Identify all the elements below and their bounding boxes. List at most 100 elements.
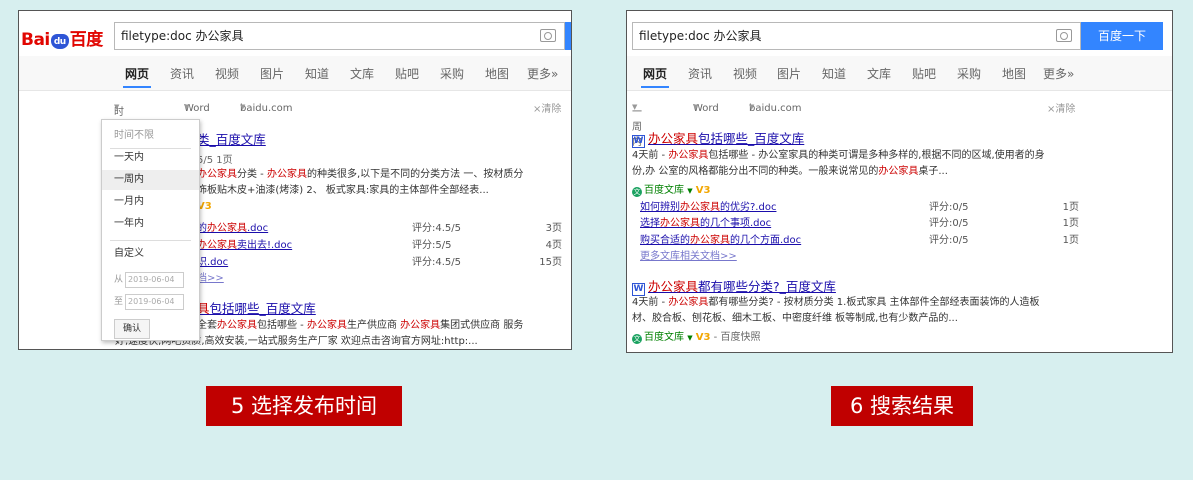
tab-tieba[interactable]: 贴吧 (395, 65, 419, 82)
doc-score: 评分:0/5 (929, 218, 969, 229)
doc-link-text: 如何辨别 (640, 202, 680, 213)
search-button[interactable] (565, 22, 571, 50)
caption-step6: 6 搜索结果 (831, 386, 973, 426)
doc-score: 评分:4.5/5 (412, 223, 462, 234)
time-option-any[interactable]: 时间不限 (102, 126, 199, 146)
filter-bar: 时间不限 ▼ Word ▼ baidu.com ▼ ×清除 (19, 97, 571, 163)
result-source[interactable]: 文百度文库 ▼ V3 - 百度快照 (632, 328, 760, 344)
to-date: 至 2019-06-04 (114, 294, 185, 310)
doc-pages: 1页 (1062, 235, 1079, 246)
time-option-day[interactable]: 一天内 (102, 148, 199, 168)
doc-link[interactable]: 识.doc (197, 253, 228, 268)
result-snippet-line1: 4天前 - 办公家具包括哪些 - 办公室家具的种类可谓是多种多样的,根据不同的区… (632, 148, 1045, 164)
time-option-year[interactable]: 一年内 (102, 214, 199, 234)
snippet-text: 集团式供应商 服务 (440, 320, 524, 331)
camera-icon[interactable] (1056, 29, 1072, 42)
doc-link[interactable]: 办公家具卖出去!.doc (197, 236, 292, 251)
tab-map[interactable]: 地图 (1002, 65, 1026, 82)
result-title[interactable]: 类_百度文库 (197, 129, 266, 148)
search-value: filetype:doc 办公家具 (639, 29, 762, 43)
chevron-down-icon: ▼ (184, 103, 190, 111)
snippet-text: 包括哪些 - (257, 320, 307, 331)
doc-link-text: 的几个方面.doc (730, 235, 802, 246)
highlight: 办公家具 (690, 235, 730, 246)
snapshot-link[interactable]: - 百度快照 (714, 332, 761, 343)
more-docs-link[interactable]: 档>> (197, 269, 224, 284)
tab-tieba[interactable]: 贴吧 (912, 65, 936, 82)
baidu-logo[interactable]: Bai du 百度 (21, 25, 103, 50)
chevron-down-icon: ▼ (693, 103, 699, 111)
top-bar: filetype:doc 办公家具 百度一下 (627, 11, 1172, 56)
more-docs-link[interactable]: 更多文库相关文档>> (640, 247, 737, 262)
snippet-text: 桌子... (918, 166, 948, 177)
wenku-icon: 文 (632, 334, 642, 344)
custom-label: 自定义 (114, 248, 144, 259)
tab-map[interactable]: 地图 (485, 65, 509, 82)
time-dropdown: 时间不限 一天内 一周内 一月内 一年内 自定义 从 2019-06-04 至 20… (101, 119, 200, 341)
highlight: 办公家具 (668, 150, 709, 161)
result-title[interactable]: W 办公家具都有哪些分类?_百度文库 (632, 276, 836, 296)
tab-caigou[interactable]: 采购 (440, 65, 464, 82)
tab-web[interactable]: 网页 (640, 65, 670, 88)
tab-news[interactable]: 资讯 (688, 65, 712, 82)
doc-score: 评分:5/5 (412, 240, 452, 251)
clear-filter[interactable]: ×清除 (1047, 100, 1075, 115)
time-option-month[interactable]: 一月内 (102, 192, 199, 212)
tab-zhidao[interactable]: 知道 (305, 65, 329, 82)
doc-link-text: 卖出去!.doc (237, 240, 293, 251)
tab-wenku[interactable]: 文库 (350, 65, 374, 82)
highlight: 办公家具 (680, 202, 720, 213)
doc-pages: 1页 (1062, 202, 1079, 213)
search-button[interactable]: 百度一下 (1081, 22, 1163, 50)
search-input[interactable]: filetype:doc 办公家具 (114, 22, 565, 50)
right-screenshot: filetype:doc 办公家具 百度一下 网页 资讯 视频 图片 知道 文库… (626, 10, 1173, 353)
doc-pages: 4页 (545, 240, 562, 251)
doc-link[interactable]: 购买合适的办公家具的几个方面.doc (640, 231, 801, 246)
highlight: 办公家具 (660, 218, 700, 229)
tab-video[interactable]: 视频 (733, 65, 757, 82)
title-text: 包括哪些_百度文库 (698, 131, 805, 146)
doc-link-text: 选择 (640, 218, 660, 229)
title-text: 都有哪些分类?_百度文库 (698, 279, 836, 294)
to-date-input[interactable]: 2019-06-04 (125, 294, 185, 310)
source-name: 百度文库 (644, 332, 684, 343)
doc-link[interactable]: 如何辨别办公家具的优劣?.doc (640, 198, 776, 213)
tab-wenku[interactable]: 文库 (867, 65, 891, 82)
doc-score: 评分:0/5 (929, 235, 969, 246)
camera-icon[interactable] (540, 29, 556, 42)
doc-score: 评分:4.5/5 (412, 257, 462, 268)
filter-bar: 一周内 ▼ Word ▼ baidu.com ▼ ×清除 (627, 97, 1172, 148)
tab-video[interactable]: 视频 (215, 65, 239, 82)
snippet-text: 分类 - (237, 169, 267, 180)
result-title[interactable]: 具包括哪些_百度文库 (197, 298, 316, 317)
doc-link-text: 购买合适的 (640, 235, 690, 246)
clear-filter[interactable]: ×清除 (533, 100, 561, 115)
confirm-button[interactable]: 确认 (114, 319, 150, 339)
doc-link[interactable]: 选择办公家具的几个事项.doc (640, 214, 771, 229)
search-value: filetype:doc 办公家具 (121, 29, 244, 43)
tab-web[interactable]: 网页 (122, 65, 152, 88)
to-label: 至 (114, 297, 124, 307)
from-date-input[interactable]: 2019-06-04 (125, 272, 185, 288)
result-source[interactable]: 文百度文库 ▼ V3 (632, 181, 710, 197)
chevron-down-icon: ▼ (114, 103, 120, 111)
chevron-down-icon: ▼ (749, 103, 755, 111)
tab-caigou[interactable]: 采购 (957, 65, 981, 82)
tab-more[interactable]: 更多» (1043, 65, 1074, 82)
tab-image[interactable]: 图片 (777, 65, 801, 82)
tab-zhidao[interactable]: 知道 (822, 65, 846, 82)
tab-image[interactable]: 图片 (260, 65, 284, 82)
highlight: 办公家具 (648, 131, 699, 146)
tab-more[interactable]: 更多» (527, 65, 558, 82)
doc-pages: 1页 (1062, 218, 1079, 229)
chevron-down-icon: ▼ (687, 334, 693, 342)
caption-step5: 5 选择发布时间 (206, 386, 402, 426)
tab-news[interactable]: 资讯 (170, 65, 194, 82)
doc-link[interactable]: 的办公家具.doc (197, 219, 268, 234)
result-snippet-line1: 4天前 - 办公家具都有哪些分类? - 按材质分类 1.板式家具 主体部件全部经… (632, 295, 1040, 311)
result-title[interactable]: W 办公家具包括哪些_百度文库 (632, 128, 804, 148)
time-option-week[interactable]: 一周内 (102, 170, 199, 190)
search-input[interactable]: filetype:doc 办公家具 (632, 22, 1081, 50)
result-meta: 5/5 1页 (197, 155, 233, 166)
paw-icon: du (50, 34, 69, 49)
